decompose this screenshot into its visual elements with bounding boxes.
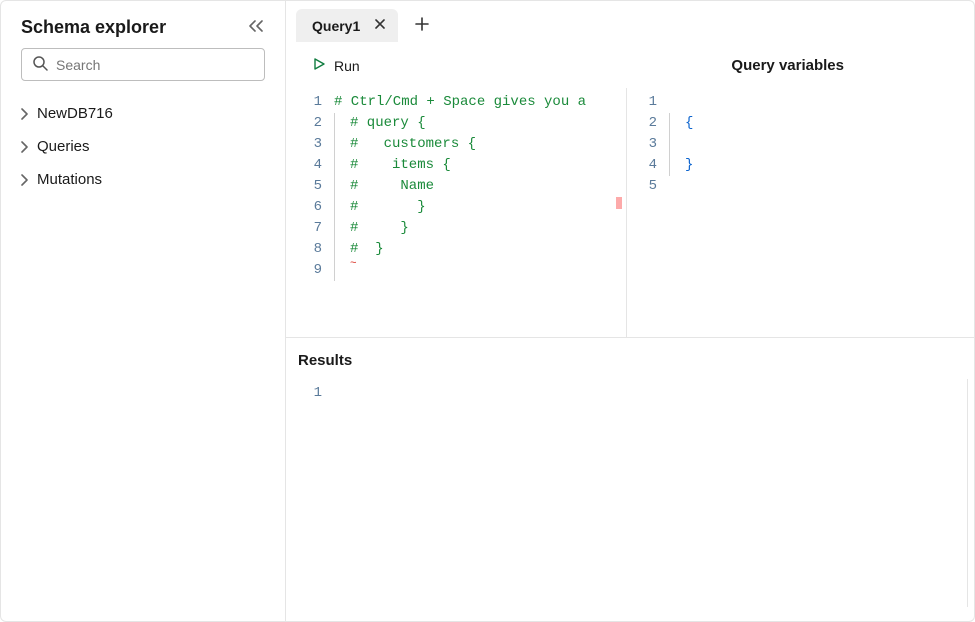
search-input[interactable] xyxy=(56,57,254,73)
sidebar-header: Schema explorer xyxy=(1,1,285,48)
play-icon xyxy=(312,57,326,74)
close-tab-icon[interactable] xyxy=(374,17,386,34)
chevron-right-icon xyxy=(17,174,31,186)
query-editor-gutter: 123456789 xyxy=(292,88,334,337)
add-tab-button[interactable] xyxy=(406,10,438,41)
query-editor-code[interactable]: # Ctrl/Cmd + Space gives you a# query {#… xyxy=(334,88,586,337)
results-panel: Results 1 xyxy=(286,338,974,621)
tree-item-newdb[interactable]: NewDB716 xyxy=(9,97,277,130)
tree-item-label: Mutations xyxy=(37,171,102,188)
tree-item-queries[interactable]: Queries xyxy=(9,130,277,163)
editor-split: 123456789 # Ctrl/Cmd + Space gives you a… xyxy=(286,88,974,338)
tree-item-mutations[interactable]: Mutations xyxy=(9,163,277,196)
tree-item-label: NewDB716 xyxy=(37,105,113,122)
variables-editor-code[interactable]: {} xyxy=(669,88,693,337)
chevron-right-icon xyxy=(17,108,31,120)
schema-explorer-sidebar: Schema explorer NewDB716 Queries Mutatio… xyxy=(1,1,286,621)
variables-editor-gutter: 12345 xyxy=(627,88,669,337)
tab-query1[interactable]: Query1 xyxy=(296,9,398,42)
selection-marker xyxy=(616,197,622,209)
query-variables-heading: Query variables xyxy=(731,57,844,74)
collapse-sidebar-icon[interactable] xyxy=(247,19,265,36)
search-wrap xyxy=(1,48,285,93)
search-box[interactable] xyxy=(21,48,265,81)
query-editor[interactable]: 123456789 # Ctrl/Cmd + Space gives you a… xyxy=(292,88,627,337)
sidebar-title: Schema explorer xyxy=(21,17,166,38)
results-title: Results xyxy=(292,352,968,379)
search-icon xyxy=(32,55,48,74)
main-panel: Query1 Run Query variables 123456789 # C… xyxy=(286,1,974,621)
variables-editor[interactable]: 12345 {} xyxy=(627,88,968,337)
tab-label: Query1 xyxy=(312,18,360,34)
results-editor[interactable]: 1 xyxy=(292,379,968,607)
run-button[interactable]: Run xyxy=(306,53,366,78)
editor-toolbar: Run Query variables xyxy=(286,43,974,88)
schema-tree: NewDB716 Queries Mutations xyxy=(1,93,285,200)
tab-bar: Query1 xyxy=(286,1,974,43)
chevron-right-icon xyxy=(17,141,31,153)
tree-item-label: Queries xyxy=(37,138,90,155)
run-button-label: Run xyxy=(334,58,360,74)
results-editor-gutter: 1 xyxy=(292,379,334,607)
